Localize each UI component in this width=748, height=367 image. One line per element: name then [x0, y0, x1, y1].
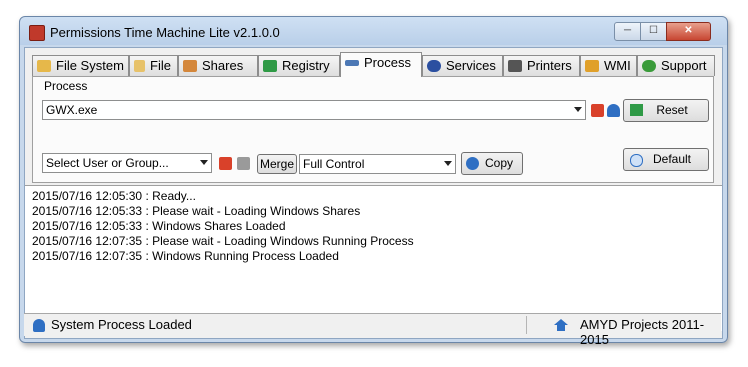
- tab-support[interactable]: Support: [637, 55, 715, 76]
- status-copyright: AMYD Projects 2011-2015: [580, 317, 705, 347]
- minimize-button[interactable]: ─: [614, 22, 641, 41]
- support-icon: [642, 60, 656, 72]
- default-button[interactable]: Default: [623, 148, 709, 171]
- tab-wmi[interactable]: WMI: [580, 55, 637, 76]
- permission-select-value: Full Control: [303, 157, 365, 171]
- log-line: 2015/07/16 12:05:33 : Windows Shares Loa…: [32, 219, 286, 233]
- user-status-icon: [33, 319, 45, 332]
- tab-label: Services: [446, 58, 496, 73]
- tab-registry[interactable]: Registry: [258, 55, 340, 76]
- services-icon: [427, 60, 441, 72]
- shares-icon: [183, 60, 197, 72]
- add-user-icon[interactable]: [219, 157, 232, 170]
- folder-icon: [37, 60, 51, 72]
- tab-label: File: [150, 58, 171, 73]
- registry-icon: [263, 60, 277, 72]
- reset-label: Reset: [656, 103, 688, 117]
- default-label: Default: [652, 152, 692, 166]
- log-line: 2015/07/16 12:07:35 : Windows Running Pr…: [32, 249, 339, 263]
- tab-label: Support: [661, 58, 707, 73]
- tab-label: File System: [56, 58, 124, 73]
- process-icon: [345, 60, 359, 66]
- permission-select[interactable]: Full Control: [299, 154, 456, 174]
- user-group-select[interactable]: Select User or Group...: [42, 153, 212, 173]
- close-button[interactable]: ✕: [666, 22, 711, 41]
- tab-label: WMI: [604, 58, 631, 73]
- title-bar[interactable]: Permissions Time Machine Lite v2.1.0.0 ─…: [20, 17, 727, 47]
- status-separator: [526, 316, 527, 334]
- tab-label: Process: [364, 55, 411, 70]
- tab-label: Registry: [282, 58, 330, 73]
- log-line: 2015/07/16 12:07:35 : Please wait - Load…: [32, 234, 414, 248]
- tab-label: Printers: [527, 58, 572, 73]
- tab-services[interactable]: Services: [422, 55, 503, 76]
- reset-button[interactable]: Reset: [623, 99, 709, 122]
- tab-printers[interactable]: Printers: [503, 55, 580, 76]
- user-icon[interactable]: [607, 104, 620, 117]
- chevron-down-icon: [574, 107, 582, 112]
- process-select-value: GWX.exe: [46, 103, 98, 117]
- printer-icon: [508, 60, 522, 72]
- tab-file-system[interactable]: File System: [32, 55, 129, 76]
- default-icon: [630, 154, 643, 167]
- wmi-icon: [585, 60, 599, 72]
- process-select[interactable]: GWX.exe: [42, 100, 586, 120]
- home-icon-base: [557, 325, 565, 331]
- copy-icon: [466, 157, 479, 170]
- chevron-down-icon: [200, 160, 208, 165]
- status-bar: System Process Loaded AMYD Projects 2011…: [24, 313, 721, 347]
- process-group-label: Process: [44, 79, 88, 93]
- file-icon: [134, 60, 145, 72]
- app-icon: [29, 25, 45, 41]
- chevron-down-icon: [444, 161, 452, 166]
- tab-shares[interactable]: Shares: [178, 55, 258, 76]
- merge-label: Merge: [259, 157, 294, 171]
- flag-icon: [630, 104, 643, 116]
- log-view[interactable]: 2015/07/16 12:05:30 : Ready... 2015/07/1…: [25, 185, 722, 331]
- process-panel: Process GWX.exe Reset Select User or Gro…: [32, 76, 714, 183]
- maximize-button[interactable]: ☐: [640, 22, 667, 41]
- log-line: 2015/07/16 12:05:33 : Please wait - Load…: [32, 204, 361, 218]
- users-group-icon[interactable]: [237, 157, 250, 170]
- client-area: File System File Shares Registry Process…: [24, 47, 723, 339]
- tab-label: Shares: [202, 58, 244, 73]
- tab-process[interactable]: Process: [340, 52, 422, 77]
- window-title: Permissions Time Machine Lite v2.1.0.0: [50, 25, 280, 40]
- user-group-select-value: Select User or Group...: [46, 156, 169, 170]
- status-text: System Process Loaded: [51, 317, 192, 332]
- refresh-process-icon[interactable]: [591, 104, 604, 117]
- merge-button[interactable]: Merge: [257, 154, 297, 174]
- log-line: 2015/07/16 12:05:30 : Ready...: [32, 189, 196, 203]
- tab-file[interactable]: File: [129, 55, 178, 76]
- copy-button[interactable]: Copy: [461, 152, 523, 175]
- main-window: Permissions Time Machine Lite v2.1.0.0 ─…: [19, 16, 728, 347]
